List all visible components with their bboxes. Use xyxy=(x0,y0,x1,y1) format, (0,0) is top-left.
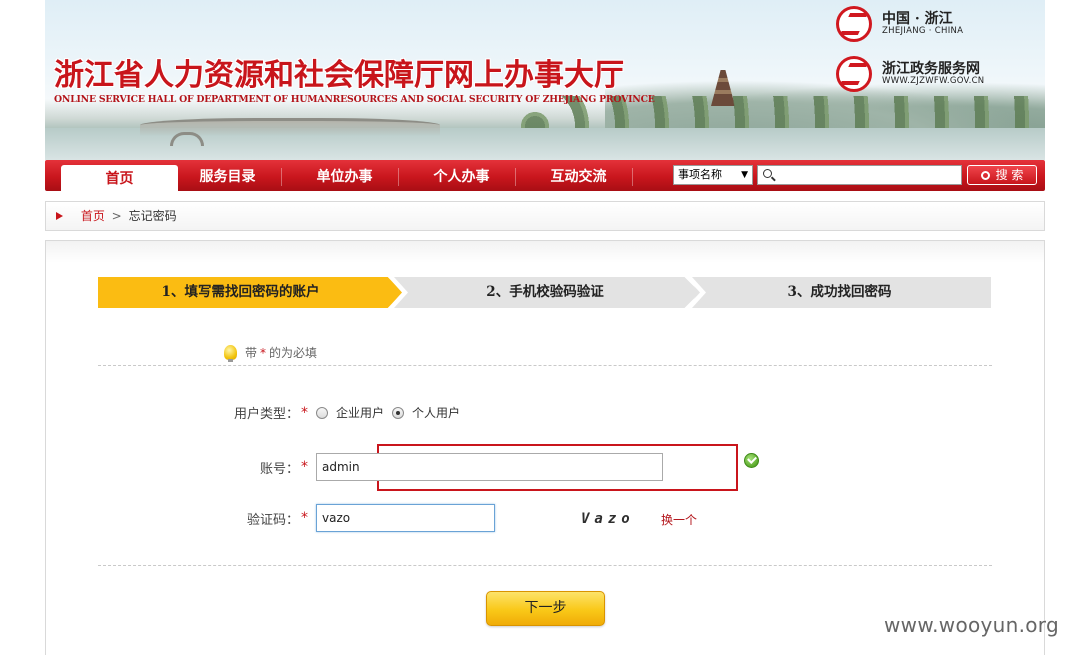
account-row: 账号： * admin xyxy=(221,453,663,481)
zjzwfw-emblem-icon xyxy=(836,56,872,92)
step-3: 3、成功找回密码 xyxy=(688,277,991,308)
search-category-select[interactable]: 事项名称 ▼ xyxy=(673,165,753,185)
search-icon xyxy=(763,169,772,178)
radio-personal-user[interactable] xyxy=(392,406,405,419)
radio-enterprise-user[interactable] xyxy=(316,406,328,419)
required-star: * xyxy=(301,459,308,475)
search-input[interactable] xyxy=(757,165,962,185)
step-2-label: 2、手机校验码验证 xyxy=(486,284,604,300)
search-button-label: 搜 索 xyxy=(995,168,1024,182)
main-navbar: 首页 服务目录 单位办事 个人办事 互动交流 事项名称 ▼ 搜 索 xyxy=(45,160,1045,191)
breadcrumb: 首页 > 忘记密码 xyxy=(45,201,1045,231)
captcha-row: 验证码： * vazo xyxy=(221,504,495,532)
zhejiang-china-logo[interactable]: 中国 · 浙江 ZHEJIANG · CHINA xyxy=(836,6,963,42)
watermark: www.wooyun.org xyxy=(884,613,1059,637)
breadcrumb-arrow-icon xyxy=(56,212,63,220)
step-indicator: 1、填写需找回密码的账户 2、手机校验码验证 3、成功找回密码 xyxy=(98,277,991,308)
step-1-active: 1、填写需找回密码的账户 xyxy=(98,277,403,308)
dashed-divider xyxy=(98,565,992,566)
step-2: 2、手机校验码验证 xyxy=(390,277,700,308)
account-input[interactable]: admin xyxy=(316,453,663,481)
header-banner: 浙江省人力资源和社会保障厅网上办事大厅 ONLINE SERVICE HALL … xyxy=(45,0,1045,160)
radio-personal-label[interactable]: 个人用户 xyxy=(412,404,460,421)
logo-zhejiang-main: 中国 · 浙江 xyxy=(882,11,953,28)
zjzwfw-logo[interactable]: 浙江政务服务网 WWW.ZJZWFW.GOV.CN xyxy=(836,56,984,92)
required-star: * xyxy=(301,510,308,526)
nav-home[interactable]: 首页 xyxy=(61,165,178,191)
dropdown-arrow-icon: ▼ xyxy=(741,170,748,180)
forgot-password-panel: 1、填写需找回密码的账户 2、手机校验码验证 3、成功找回密码 带 * 的为必填… xyxy=(45,240,1045,655)
lightbulb-icon xyxy=(224,345,237,362)
next-step-button[interactable]: 下一步 xyxy=(486,591,605,626)
logo-zhejiang-sub: ZHEJIANG · CHINA xyxy=(882,26,964,37)
search-button[interactable]: 搜 索 xyxy=(967,165,1037,185)
nav-unit-affairs[interactable]: 单位办事 xyxy=(286,166,403,191)
nav-divider xyxy=(632,168,633,186)
breadcrumb-separator: > xyxy=(111,209,122,223)
logo-zjzwfw-sub: WWW.ZJZWFW.GOV.CN xyxy=(882,76,985,87)
breadcrumb-home-link[interactable]: 首页 xyxy=(81,209,105,223)
dashed-divider xyxy=(98,365,992,366)
nav-service-catalog[interactable]: 服务目录 xyxy=(169,166,286,191)
breadcrumb-current: 忘记密码 xyxy=(128,209,177,223)
nav-interaction[interactable]: 互动交流 xyxy=(520,166,637,191)
required-note-star: * xyxy=(260,345,267,360)
search-category-value: 事项名称 xyxy=(678,168,722,181)
zhejiang-emblem-icon xyxy=(836,6,872,42)
captcha-input[interactable]: vazo xyxy=(316,504,495,532)
required-note: 带 * 的为必填 xyxy=(224,344,318,362)
captcha-label: 验证码： xyxy=(246,512,299,528)
site-subtitle: ONLINE SERVICE HALL OF DEPARTMENT OF HUM… xyxy=(54,94,655,105)
site-title: 浙江省人力资源和社会保障厅网上办事大厅 xyxy=(54,58,624,93)
step-3-label: 3、成功找回密码 xyxy=(787,284,892,300)
search-button-icon xyxy=(980,171,990,180)
nav-divider xyxy=(398,168,399,186)
account-label: 账号： xyxy=(259,461,299,477)
required-note-prefix: 带 xyxy=(245,346,258,360)
nav-divider xyxy=(281,168,282,186)
nav-divider xyxy=(515,168,516,186)
nav-personal-affairs[interactable]: 个人办事 xyxy=(403,166,520,191)
check-valid-icon xyxy=(744,453,759,468)
user-type-label: 用户类型： xyxy=(233,407,299,422)
logo-zjzwfw-main: 浙江政务服务网 xyxy=(882,61,980,78)
user-type-row: 用户类型： * 企业用户 个人用户 xyxy=(221,403,468,423)
radio-enterprise-label[interactable]: 企业用户 xyxy=(336,404,384,421)
required-star: * xyxy=(301,404,308,421)
captcha-refresh-link[interactable]: 换一个 xyxy=(661,511,697,528)
step-1-label: 1、填写需找回密码的账户 xyxy=(161,284,320,300)
captcha-image: Vazo xyxy=(581,511,635,527)
required-note-suffix: 的为必填 xyxy=(269,346,318,360)
